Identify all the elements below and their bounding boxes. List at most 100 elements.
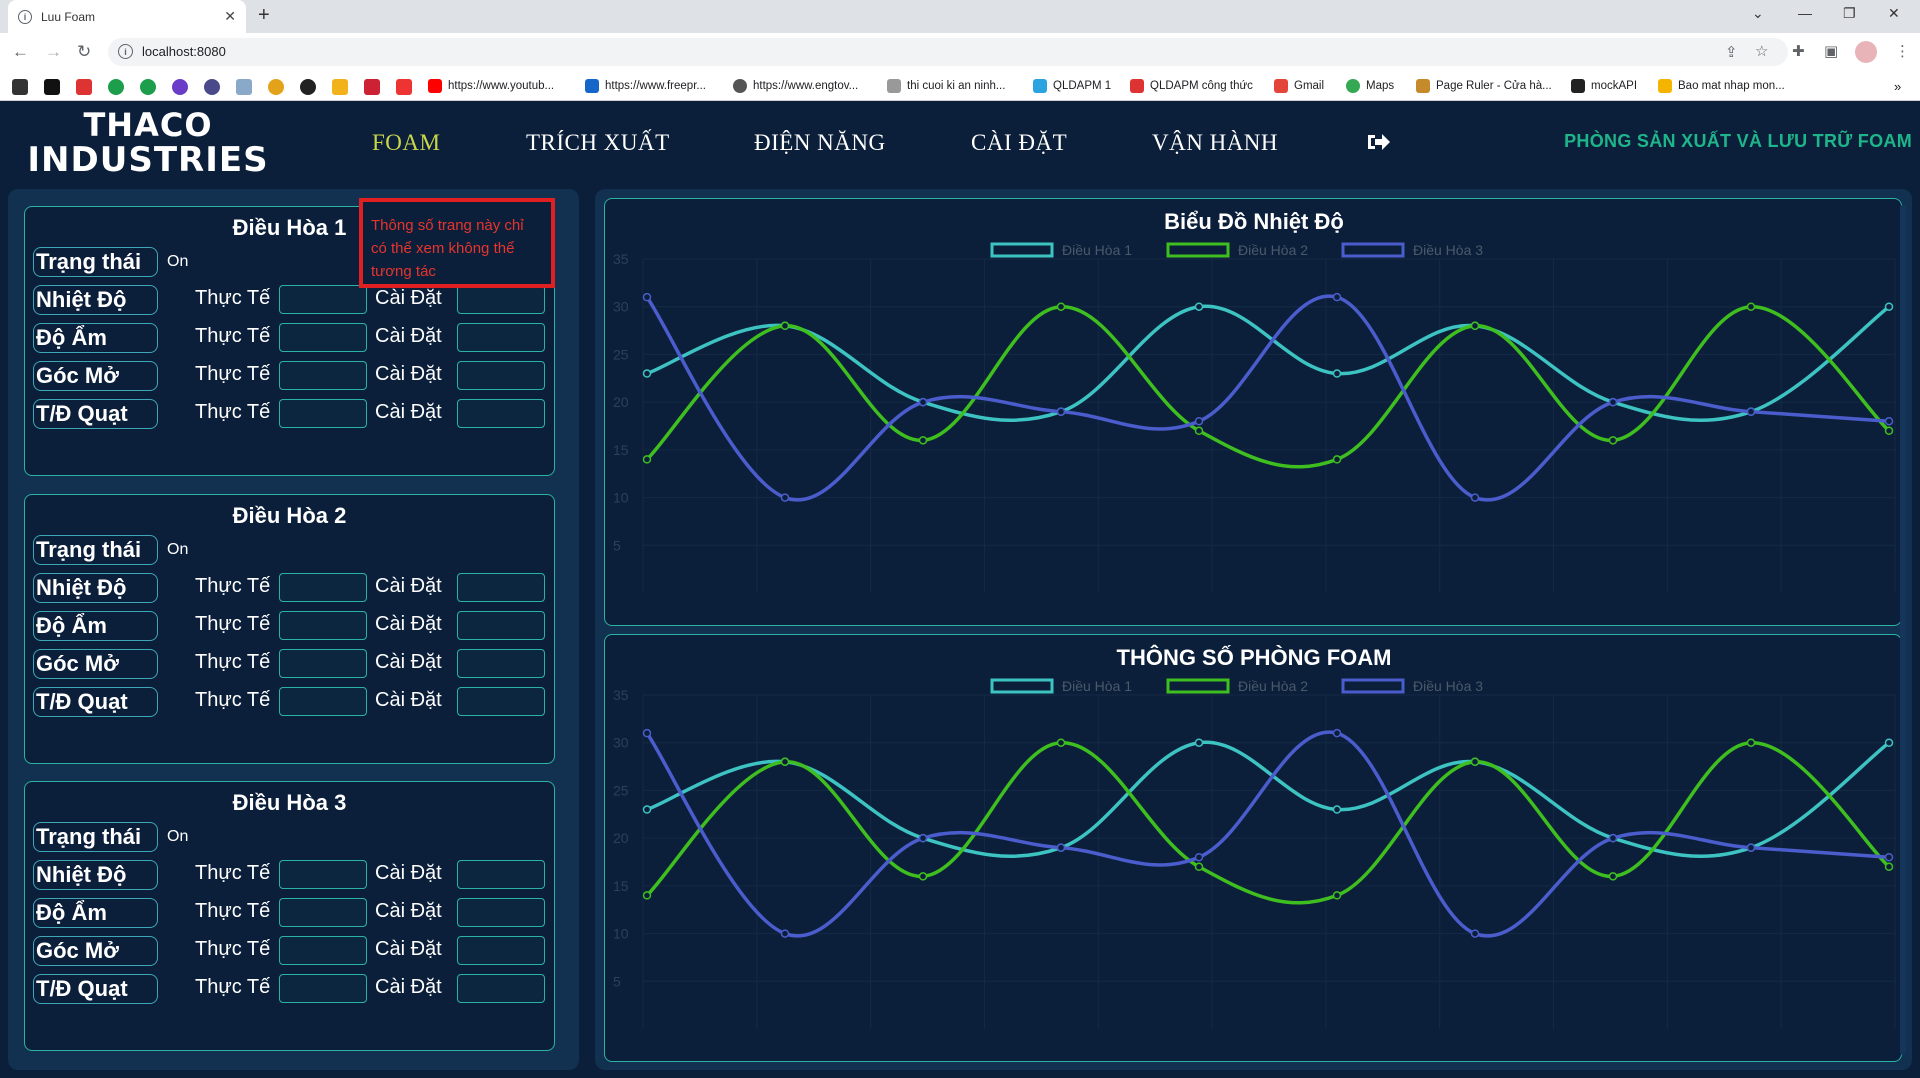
legend-swatch[interactable] — [1341, 678, 1405, 694]
data-point[interactable] — [1746, 843, 1756, 852]
bookmark-page-ruler[interactable]: Page Ruler - Cửa hà... — [1416, 79, 1552, 93]
data-point[interactable] — [1470, 929, 1480, 938]
data-point[interactable] — [1194, 738, 1204, 747]
data-point[interactable] — [1608, 872, 1618, 881]
data-point[interactable] — [1056, 302, 1066, 311]
tab-search-icon[interactable]: ⌄ — [1752, 5, 1764, 22]
bookmark-engtov[interactable]: https://www.engtov... — [733, 79, 858, 93]
legend-label[interactable]: Điều Hòa 2 — [1238, 242, 1308, 258]
new-tab-icon[interactable]: + — [258, 4, 270, 27]
data-point[interactable] — [780, 929, 790, 938]
data-point[interactable] — [1884, 426, 1894, 436]
data-point[interactable] — [780, 493, 790, 502]
legend-label[interactable]: Điều Hòa 1 — [1062, 678, 1132, 694]
data-point[interactable] — [1470, 757, 1480, 767]
window-close-icon[interactable]: ✕ — [1888, 5, 1900, 22]
data-point[interactable] — [1470, 321, 1480, 331]
series-line[interactable] — [645, 730, 1890, 938]
scrollbar[interactable] — [1900, 205, 1906, 1055]
data-point[interactable] — [918, 397, 928, 407]
legend-swatch[interactable] — [1166, 678, 1230, 694]
browser-tab[interactable]: i Luu Foam ✕ — [8, 0, 246, 33]
data-point[interactable] — [1056, 738, 1066, 747]
restore-icon[interactable]: ❐ — [1843, 5, 1856, 22]
legend-label[interactable]: Điều Hòa 3 — [1413, 678, 1483, 694]
bookmark-icon[interactable] — [172, 79, 188, 95]
bookmark-icon[interactable] — [108, 79, 124, 95]
data-point[interactable] — [780, 757, 790, 767]
profile-avatar[interactable] — [1855, 41, 1877, 63]
bookmark-bao-mat[interactable]: Bao mat nhap mon... — [1658, 79, 1785, 93]
bookmark-mockapi[interactable]: mockAPI — [1571, 79, 1637, 93]
bookmark-star-icon[interactable]: ☆ — [1755, 42, 1768, 60]
minimize-icon[interactable]: — — [1798, 5, 1812, 21]
legend-swatch[interactable] — [990, 678, 1054, 694]
bookmark-icon[interactable] — [364, 79, 380, 95]
legend-label[interactable]: Điều Hòa 3 — [1413, 242, 1483, 258]
bookmark-gmail[interactable]: Gmail — [1274, 79, 1324, 93]
data-point[interactable] — [918, 436, 928, 445]
legend-swatch[interactable] — [1166, 242, 1230, 258]
data-point[interactable] — [1608, 436, 1618, 445]
data-point[interactable] — [642, 455, 652, 464]
data-point[interactable] — [1332, 369, 1342, 378]
bookmark-icon[interactable] — [76, 79, 92, 95]
menu-icon[interactable]: ⋮ — [1895, 42, 1910, 60]
data-point[interactable] — [1332, 805, 1342, 814]
series-line[interactable] — [645, 740, 1891, 905]
nav-van-hanh[interactable]: VẬN HÀNH — [1152, 130, 1278, 156]
bookmark-icon[interactable] — [236, 79, 252, 95]
close-tab-icon[interactable]: ✕ — [224, 8, 236, 25]
data-point[interactable] — [1608, 397, 1618, 407]
data-point[interactable] — [1194, 302, 1204, 311]
data-point[interactable] — [1332, 891, 1342, 900]
data-point[interactable] — [1884, 738, 1894, 747]
nav-cai-dat[interactable]: CÀI ĐẶT — [971, 130, 1067, 156]
data-point[interactable] — [1884, 416, 1894, 426]
data-point[interactable] — [1194, 426, 1204, 436]
data-point[interactable] — [918, 872, 928, 881]
back-icon[interactable]: ← — [12, 42, 29, 62]
data-point[interactable] — [1884, 852, 1894, 862]
bookmark-thi-cuoi-ki[interactable]: thi cuoi ki an ninh... — [887, 79, 1005, 93]
data-point[interactable] — [918, 833, 928, 843]
logout-icon[interactable] — [1366, 131, 1390, 153]
bookmark-freepik[interactable]: https://www.freepr... — [585, 79, 706, 93]
series-line[interactable] — [645, 304, 1891, 469]
share-icon[interactable]: ⇪ — [1725, 43, 1738, 61]
series-line[interactable] — [645, 294, 1890, 502]
data-point[interactable] — [642, 805, 652, 814]
data-point[interactable] — [1194, 416, 1204, 426]
legend-swatch[interactable] — [1341, 242, 1405, 258]
data-point[interactable] — [642, 292, 652, 302]
legend-label[interactable]: Điều Hòa 1 — [1062, 242, 1132, 258]
data-point[interactable] — [1332, 455, 1342, 464]
data-point[interactable] — [1746, 302, 1756, 311]
bookmark-qldapm-1[interactable]: QLDAPM 1 — [1033, 79, 1111, 93]
data-point[interactable] — [1056, 843, 1066, 852]
nav-trich-xuat[interactable]: TRÍCH XUẤT — [526, 130, 670, 156]
data-point[interactable] — [1884, 862, 1894, 872]
data-point[interactable] — [642, 369, 652, 378]
legend-label[interactable]: Điều Hòa 2 — [1238, 678, 1308, 694]
side-panel-icon[interactable]: ▣ — [1824, 42, 1838, 60]
bookmark-icon[interactable] — [12, 79, 28, 95]
bookmark-icon[interactable] — [204, 79, 220, 95]
bookmark-icon[interactable] — [396, 79, 412, 95]
nav-foam[interactable]: FOAM — [372, 130, 440, 156]
extensions-icon[interactable]: ✚ — [1792, 42, 1805, 60]
data-point[interactable] — [642, 891, 652, 900]
more-bookmarks-icon[interactable]: » — [1894, 79, 1901, 94]
data-point[interactable] — [780, 321, 790, 331]
nav-dien-nang[interactable]: ĐIỆN NĂNG — [754, 130, 886, 156]
bookmark-youtube[interactable]: https://www.youtub... — [428, 79, 554, 93]
data-point[interactable] — [1884, 302, 1894, 311]
legend-swatch[interactable] — [990, 242, 1054, 258]
bookmark-icon[interactable] — [332, 79, 348, 95]
data-point[interactable] — [1056, 407, 1066, 416]
reload-icon[interactable]: ↻ — [77, 42, 91, 62]
data-point[interactable] — [642, 728, 652, 738]
data-point[interactable] — [1194, 852, 1204, 862]
data-point[interactable] — [1470, 493, 1480, 502]
data-point[interactable] — [1332, 728, 1342, 738]
